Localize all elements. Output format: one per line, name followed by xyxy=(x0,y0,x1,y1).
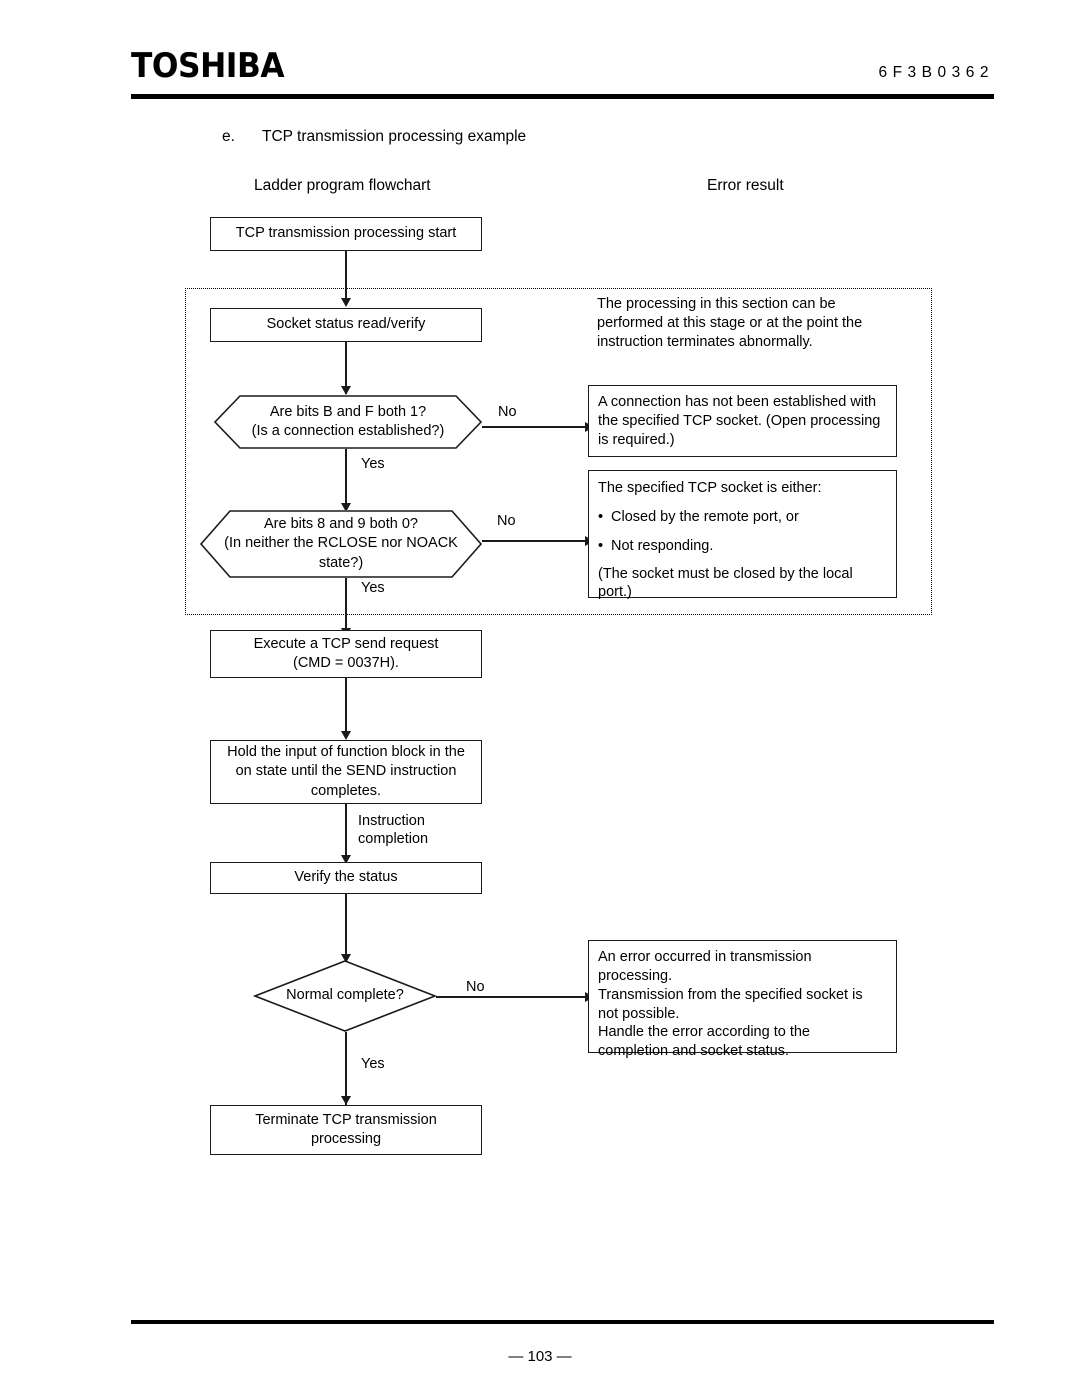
error-box2-cont-line2: port.) xyxy=(598,584,632,601)
flow-terminate-box: Terminate TCP transmission processing xyxy=(210,1105,482,1155)
flow-socket-read-box: Socket status read/verify xyxy=(210,308,482,342)
error-box3-line2: processing. xyxy=(598,967,673,984)
error-box-no-connection: A connection has not been established wi… xyxy=(588,385,897,457)
arrow-normal-yes xyxy=(341,1096,351,1105)
error-box3-line1: An error occurred in transmission xyxy=(598,949,812,965)
label-no-decision1: No xyxy=(498,404,517,420)
connector-send-to-hold xyxy=(345,678,347,738)
flow-hold-input-box: Hold the input of function block in the … xyxy=(210,740,482,804)
connector-decision1-yes xyxy=(345,449,347,510)
terminate-line1: Terminate TCP transmission xyxy=(255,1111,437,1128)
connector-decision1-no xyxy=(482,426,588,428)
flow-start-box: TCP transmission processing start xyxy=(210,217,482,251)
error-box3-line5: Handle the error according to the xyxy=(598,1024,810,1041)
label-yes-decision2: Yes xyxy=(361,580,385,596)
connector-hold-to-verify xyxy=(345,804,347,862)
error-box2-bullet2-text: Not responding. xyxy=(611,537,714,554)
decision-normal-complete-text: Normal complete? xyxy=(286,987,404,1004)
decision-bits-bf-line1: Are bits B and F both 1? xyxy=(269,403,427,420)
decision-bits-89-line2: (In neither the RCLOSE nor NOACK xyxy=(224,535,458,552)
hold-input-text: Hold the input of function block in the … xyxy=(227,743,465,800)
terminate-text: Terminate TCP transmission processing xyxy=(255,1111,437,1149)
connector-decision2-yes xyxy=(345,578,347,635)
error-box-socket-closed: The specified TCP socket is either: • Cl… xyxy=(588,470,897,600)
arrow-start-to-socket xyxy=(341,298,351,307)
document-page: TOSHIBA 6F3B0362 e. TCP transmission pro… xyxy=(0,0,1080,1397)
connector-normal-yes xyxy=(345,1032,347,1105)
label-instruction-completion: Instruction completion xyxy=(358,812,428,848)
arrow-send-to-hold xyxy=(341,731,351,740)
label-yes-normal-complete: Yes xyxy=(361,1056,385,1072)
connector-start-to-socket xyxy=(345,251,347,305)
document-code: 6F3B0362 xyxy=(878,64,994,81)
header-rule xyxy=(131,94,994,99)
column-title-flowchart: Ladder program flowchart xyxy=(254,177,431,194)
hold-input-line3: completes. xyxy=(310,782,382,799)
section-letter: e. xyxy=(222,128,235,145)
error-box3-line4: not possible. xyxy=(598,1005,680,1022)
error-box-transmission-error: An error occurred in transmission proces… xyxy=(588,940,897,1059)
send-request-line1: Execute a TCP send request xyxy=(253,635,439,652)
flow-decision-bits-89: Are bits 8 and 9 both 0? (In neither the… xyxy=(199,510,483,578)
section-title: TCP transmission processing example xyxy=(262,128,527,145)
error-box3-line6: completion and socket status. xyxy=(598,1043,790,1060)
flow-decision-normal-complete: Normal complete? xyxy=(252,960,438,1032)
error-box2-cont-line1: (The socket must be closed by the local xyxy=(598,565,853,582)
arrow-socket-to-decision1 xyxy=(341,386,351,395)
instruction-completion-line2: completion xyxy=(358,831,429,848)
error-box2-intro: The specified TCP socket is either: xyxy=(598,480,822,496)
send-request-text: Execute a TCP send request (CMD = 0037H)… xyxy=(254,635,439,673)
connector-decision2-no xyxy=(482,540,588,542)
decision-bits-bf-line2: (Is a connection established?) xyxy=(251,423,445,439)
hold-input-line1: Hold the input of function block in the xyxy=(227,744,465,761)
terminate-line2: processing xyxy=(310,1131,382,1147)
error-box1-line2: the specified TCP socket. (Open processi… xyxy=(598,412,881,429)
bullet-icon: • xyxy=(598,508,604,525)
error-note-line3: instruction terminates abnormally. xyxy=(597,333,813,350)
decision-bits-89-text: Are bits 8 and 9 both 0? (In neither the… xyxy=(202,515,480,572)
label-yes-decision1: Yes xyxy=(361,456,385,472)
bullet-icon: • xyxy=(598,537,604,554)
page-number: — 103 — xyxy=(508,1348,572,1365)
decision-bits-89-line1: Are bits 8 and 9 both 0? xyxy=(264,516,418,533)
connector-verify-to-normal xyxy=(345,894,347,961)
instruction-completion-line1: Instruction xyxy=(358,813,425,829)
send-request-line2: (CMD = 0037H). xyxy=(293,655,399,671)
error-box1-line3: is required.) xyxy=(598,431,675,448)
toshiba-logo: TOSHIBA xyxy=(131,46,285,86)
error-note-line2: performed at this stage or at the point … xyxy=(597,314,863,331)
error-box1-line1: A connection has not been established wi… xyxy=(598,394,877,410)
error-box2-bullet-2: • Not responding. xyxy=(598,537,887,556)
error-box2-bullet1-text: Closed by the remote port, or xyxy=(611,508,799,525)
error-box2-bullet-1: • Closed by the remote port, or xyxy=(598,508,887,527)
error-box3-line3: Transmission from the specified socket i… xyxy=(598,986,863,1003)
error-note-line1: The processing in this section can be xyxy=(597,296,836,312)
decision-bits-89-line3: state?) xyxy=(318,554,364,571)
column-title-error-result: Error result xyxy=(707,177,784,194)
error-note-processing-section: The processing in this section can be pe… xyxy=(597,295,907,352)
connector-normal-no xyxy=(436,996,588,998)
label-no-normal-complete: No xyxy=(466,979,485,995)
footer-rule xyxy=(131,1320,994,1324)
decision-bits-bf-text: Are bits B and F both 1? (Is a connectio… xyxy=(226,403,471,441)
flow-decision-bits-bf: Are bits B and F both 1? (Is a connectio… xyxy=(213,395,483,449)
label-no-decision2: No xyxy=(497,513,516,529)
flow-send-request-box: Execute a TCP send request (CMD = 0037H)… xyxy=(210,630,482,678)
hold-input-line2: on state until the SEND instruction xyxy=(235,763,457,780)
flow-verify-status-box: Verify the status xyxy=(210,862,482,894)
